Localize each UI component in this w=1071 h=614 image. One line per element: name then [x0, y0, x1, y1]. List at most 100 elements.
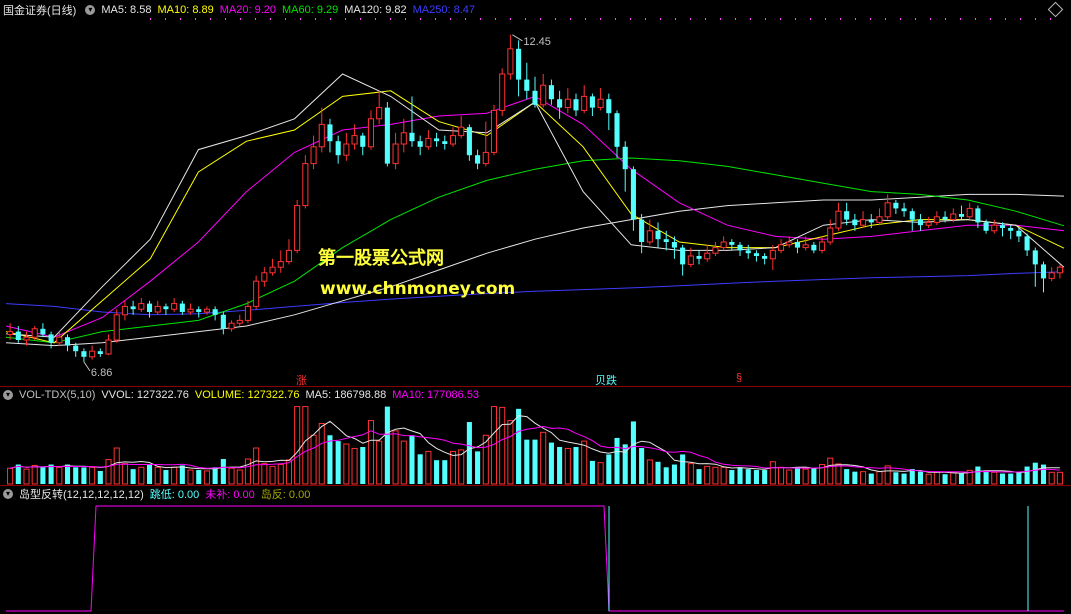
candle-body — [1008, 228, 1014, 231]
candle-body — [400, 132, 407, 145]
volume-bar — [236, 469, 243, 485]
candle-body — [335, 141, 341, 156]
volume-bar — [449, 450, 457, 485]
volume-bar — [409, 435, 415, 484]
volume-bar — [827, 457, 834, 485]
candle-body — [269, 266, 276, 274]
volume-bar — [786, 469, 793, 485]
volume-bar — [261, 463, 268, 485]
volume-bar — [163, 470, 169, 484]
candle-body — [482, 151, 489, 165]
volume-bar — [146, 464, 153, 484]
volume-bar — [680, 454, 686, 484]
volume-bar — [15, 464, 21, 484]
volume-bar — [507, 420, 514, 485]
candle-body — [901, 208, 907, 212]
volume-bar — [105, 459, 112, 485]
volume-bar — [40, 467, 46, 484]
volume-bar — [73, 467, 79, 484]
volume-bar — [269, 465, 276, 485]
volume-bar — [1008, 473, 1014, 484]
volume-bar — [745, 469, 751, 484]
candle-body — [499, 73, 506, 111]
volume-bar — [516, 408, 522, 484]
volume-bar — [31, 464, 38, 485]
volume-bar — [277, 464, 284, 485]
candle-body — [146, 303, 153, 312]
volume-bar — [113, 447, 120, 485]
candle-body — [442, 141, 448, 144]
candle-body — [778, 244, 785, 251]
volume-bar — [244, 458, 251, 485]
candle-body — [23, 336, 30, 341]
candle-body — [745, 250, 751, 254]
volume-bar — [1016, 472, 1022, 484]
candle-body — [285, 249, 292, 263]
candle-body — [212, 309, 218, 315]
candle-body — [490, 109, 498, 153]
volume-bar — [925, 473, 932, 485]
candle-body — [7, 331, 14, 335]
candle-body — [786, 241, 793, 246]
candle-body — [318, 123, 325, 148]
volume-bar — [999, 473, 1006, 484]
volume-bar — [835, 463, 842, 485]
volume-bar — [778, 466, 785, 485]
candle-body — [769, 249, 776, 260]
volume-bar — [310, 434, 317, 485]
candle-body — [163, 306, 169, 310]
candle-body — [458, 126, 465, 137]
candle-body — [646, 230, 653, 243]
volume-bar — [434, 460, 440, 484]
volume-bar — [64, 464, 71, 484]
candle-body — [507, 48, 514, 75]
candle-body — [384, 107, 390, 164]
ma5-line — [5, 73, 1065, 338]
volume-bar — [56, 466, 63, 485]
volume-bar — [1024, 466, 1030, 484]
volume-bar — [302, 406, 309, 485]
volume-bar — [212, 467, 218, 484]
volume-bar — [228, 467, 235, 485]
ma60-line — [5, 157, 1065, 344]
candle-body — [573, 99, 579, 111]
stock-chart[interactable]: 12.45 6.86 — [0, 0, 1071, 614]
volume-bar — [171, 466, 178, 485]
volume-bar — [203, 470, 210, 485]
candle-body — [376, 107, 383, 120]
volume-bar — [360, 446, 366, 484]
volume-bar — [811, 468, 817, 484]
volume-bar — [687, 463, 694, 485]
candle-body — [425, 137, 432, 148]
candle-body — [753, 253, 759, 256]
candle-body — [203, 308, 210, 313]
volume-bar — [130, 469, 136, 484]
volume-bar — [138, 466, 145, 485]
candle-body — [31, 328, 38, 338]
candle-body — [409, 132, 415, 142]
volume-bar — [753, 470, 759, 484]
marker-fall: 贝跌 — [595, 375, 617, 387]
volume-bar — [351, 447, 358, 485]
volume-bar — [852, 471, 858, 484]
candle-body — [154, 305, 161, 313]
candle-body — [73, 345, 79, 352]
volume-bar — [655, 461, 661, 484]
volume-bar — [917, 471, 924, 484]
volume-bar — [720, 466, 727, 485]
candle-body — [81, 351, 87, 357]
volume-bar — [630, 421, 636, 484]
candle-body — [15, 331, 21, 340]
volume-bar — [769, 461, 776, 485]
candle-body — [64, 337, 71, 346]
candle-body — [1056, 266, 1063, 274]
candle-body — [704, 252, 711, 260]
volume-bar — [81, 467, 87, 484]
volume-bar — [253, 447, 260, 485]
candle-body — [179, 303, 185, 312]
volume-bar — [893, 472, 899, 484]
volume-bar — [294, 406, 301, 485]
candle-body — [475, 155, 481, 164]
candle-body — [581, 95, 588, 111]
volume-bar — [425, 450, 432, 485]
